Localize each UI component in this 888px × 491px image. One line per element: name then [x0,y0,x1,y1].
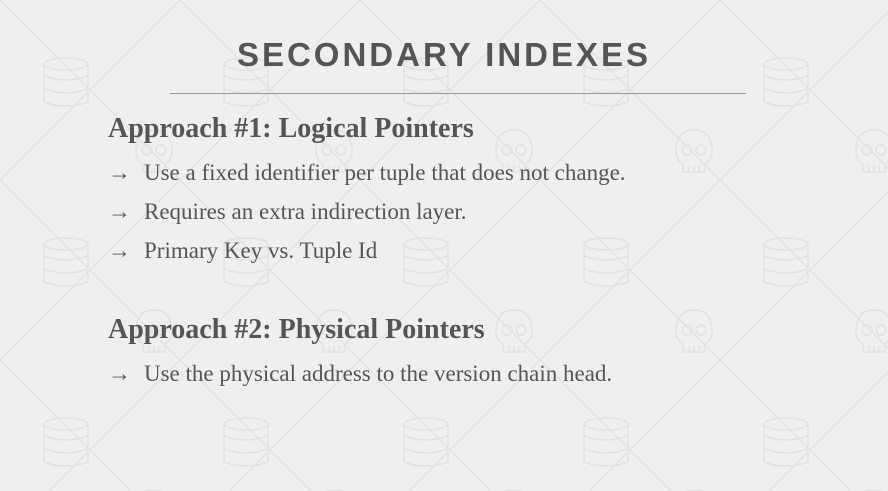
title-divider [170,93,746,94]
arrow-right-icon: → [108,199,131,224]
section-physical-pointers: Approach #2: Physical Pointers → Use the … [108,311,808,393]
bullet-list: → Use a fixed identifier per tuple that d… [108,153,808,270]
bullet-text: Use a fixed identifier per tuple that do… [144,160,626,185]
arrow-right-icon: → [108,361,131,386]
bullet-list: → Use the physical address to the version… [108,354,808,393]
bullet-item: → Requires an extra indirection layer. [108,192,808,231]
bullet-text: Primary Key vs. Tuple Id [144,238,378,263]
bullet-text: Requires an extra indirection layer. [144,199,467,224]
arrow-right-icon: → [108,160,131,185]
bullet-text: Use the physical address to the version … [144,361,613,386]
bullet-item: → Use a fixed identifier per tuple that d… [108,153,808,192]
slide-title: SECONDARY INDEXES [236,36,652,73]
slide: SECONDARY INDEXES Approach #1: Logical P… [0,0,888,491]
section-heading: Approach #2: Physical Pointers [108,314,485,345]
section-heading: Approach #1: Logical Pointers [108,113,474,144]
bullet-item: → Primary Key vs. Tuple Id [108,231,808,270]
arrow-right-icon: → [108,238,131,263]
bullet-item: → Use the physical address to the version… [108,354,808,393]
section-logical-pointers: Approach #1: Logical Pointers → Use a fix… [108,110,808,270]
